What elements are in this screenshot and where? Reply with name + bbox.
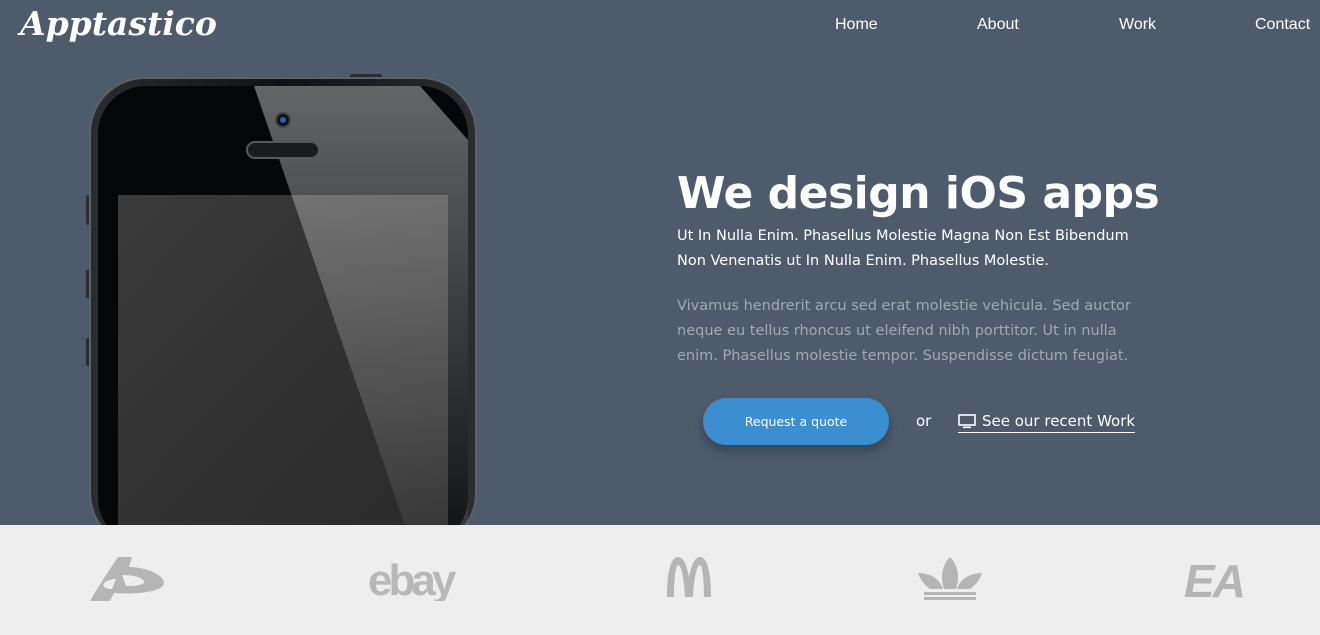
nav-home[interactable]: Home [835, 15, 878, 35]
ebay-logo: ebay [366, 555, 466, 601]
hero-section: Apptastico Home About Work Contact We de… [0, 0, 1320, 525]
nav-contact[interactable]: Contact [1255, 15, 1310, 35]
svg-text:EA: EA [1184, 555, 1244, 601]
nav-about[interactable]: About [977, 15, 1019, 35]
request-quote-button[interactable]: Request a quote [703, 398, 889, 445]
recent-work-link[interactable]: See our recent Work [958, 411, 1136, 433]
or-separator: or [916, 412, 932, 430]
mcdonalds-logo [664, 555, 714, 597]
hero-body: Vivamus hendrerit arcu sed erat molestie… [677, 298, 1131, 364]
adidas-logo [916, 555, 984, 603]
nav-work[interactable]: Work [1119, 15, 1156, 35]
client-logos-strip: ebay EA [0, 525, 1320, 635]
recent-work-label: See our recent Work [982, 412, 1136, 430]
ea-logo: EA [1182, 555, 1270, 601]
monitor-icon [958, 413, 976, 428]
hero-headline: We design iOS apps [677, 168, 1160, 219]
hero-lead: Ut In Nulla Enim. Phasellus Molestie Mag… [677, 228, 1129, 269]
iphone-illustration [86, 74, 477, 525]
svg-text:ebay: ebay [368, 556, 457, 601]
deviantart-logo [84, 553, 168, 605]
main-nav: Home About Work Contact [0, 15, 1320, 39]
